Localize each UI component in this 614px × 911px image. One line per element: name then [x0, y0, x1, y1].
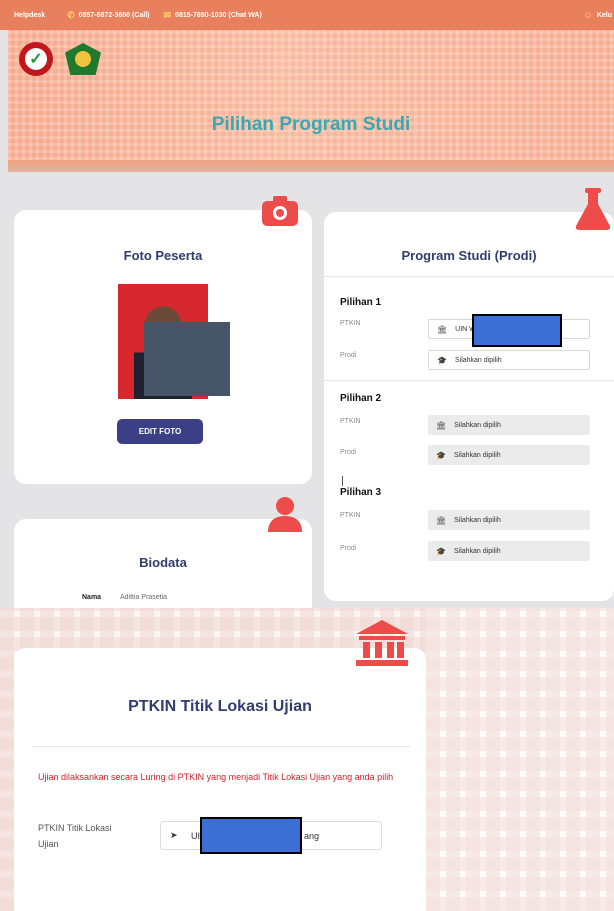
- exam-notice: Ujian dilaksankan secara Luring di PTKIN…: [38, 772, 394, 782]
- prodi-select-2[interactable]: 🎓 Silahkan dipilih: [428, 445, 590, 465]
- flask-icon: [575, 188, 611, 235]
- biodata-title: Biodata: [139, 555, 187, 570]
- prodi-card-title: Program Studi (Prodi): [401, 248, 537, 263]
- prodi-select-2-value: Silahkan dipilih: [453, 451, 501, 459]
- helpdesk-label: Helpdesk: [14, 11, 46, 19]
- ptkin-label-2: PTKIN: [340, 418, 361, 425]
- ptkin-select-2-value: Silahkan dipilih: [454, 421, 501, 429]
- prodi-select-3[interactable]: 🎓 Silahkan dipilih: [428, 541, 590, 561]
- divider: [32, 746, 410, 747]
- lokasi-field-value-end: ang: [304, 831, 320, 841]
- lower-panel-gap: [426, 608, 614, 911]
- graduation-cap-icon: 🎓: [437, 355, 447, 365]
- graduation-cap-icon: 🎓: [436, 546, 446, 556]
- text-cursor: [342, 476, 343, 486]
- redaction-block: [472, 314, 562, 347]
- top-bar: Helpdesk ✆ 0857-6872-3600 (Call) ✉ 0815-…: [0, 0, 614, 30]
- bank-icon: 🏛: [436, 515, 447, 525]
- redaction-block: [144, 322, 230, 396]
- logout-link[interactable]: Kelu: [597, 12, 612, 19]
- ptkin-select-3-value: Silahkan dipilih: [454, 516, 501, 524]
- phone-icon: ✆: [67, 9, 75, 20]
- program-studi-card: Program Studi (Prodi) Pilihan 1 PTKIN 🏛 …: [324, 212, 614, 601]
- app-logo: ✓: [19, 42, 53, 76]
- institution-icon: [356, 620, 408, 671]
- pilihan-2-heading: Pilihan 2: [340, 393, 382, 404]
- ptkin-label-1: PTKIN: [340, 320, 361, 327]
- divider: [324, 276, 614, 277]
- bank-icon: 🏛: [437, 324, 448, 334]
- ptkin-select-2[interactable]: 🏛 Silahkan dipilih: [428, 415, 590, 435]
- bank-icon: 🏛: [436, 420, 447, 430]
- prodi-label-2: Prodi: [340, 449, 357, 456]
- lokasi-card-title: PTKIN Titik Lokasi Ujian: [128, 698, 312, 715]
- name-label: Nama: [82, 594, 102, 601]
- lokasi-field-label: PTKIN Titik Lokasi Ujian: [38, 823, 112, 849]
- phone-call-link[interactable]: 0857-6872-3600 (Call): [79, 12, 150, 19]
- ptkin-label-3: PTKIN: [340, 512, 361, 519]
- divider: [324, 380, 614, 381]
- person-icon: [268, 496, 302, 537]
- foto-peserta-card: Foto Peserta EDIT FOTO: [14, 210, 312, 484]
- foto-card-title: Foto Peserta: [123, 248, 203, 263]
- kemenag-logo: [65, 43, 101, 75]
- page-header: ✓ Pilihan Program Studi: [8, 30, 614, 160]
- camera-icon: [262, 196, 298, 231]
- phone-wa-link[interactable]: 0815-7890-1030 (Chat WA): [175, 12, 262, 19]
- ptkin-select-3[interactable]: 🏛 Silahkan dipilih: [428, 510, 590, 530]
- mail-icon: ✉: [163, 9, 172, 20]
- graduation-cap-icon: 🎓: [436, 450, 446, 460]
- prodi-label-3: Prodi: [340, 545, 357, 552]
- name-value: Adittia Prasetia: [120, 594, 168, 601]
- redaction-block: [200, 817, 302, 854]
- edit-photo-button[interactable]: EDIT FOTO: [117, 419, 203, 444]
- pilihan-3-heading: Pilihan 3: [340, 487, 382, 498]
- prodi-select-3-value: Silahkan dipilih: [453, 547, 501, 555]
- prodi-select-1[interactable]: 🎓 Silahkan dipilih: [428, 350, 590, 370]
- header-strip: [8, 160, 614, 172]
- user-icon: ☺: [583, 10, 593, 20]
- prodi-label-1: Prodi: [340, 352, 357, 359]
- page-title: Pilihan Program Studi: [211, 114, 411, 135]
- pilihan-1-heading: Pilihan 1: [340, 297, 382, 308]
- location-arrow-icon: ➤: [170, 830, 178, 840]
- prodi-select-1-value: Silahkan dipilih: [454, 356, 502, 364]
- lokasi-ujian-card: PTKIN Titik Lokasi Ujian Ujian dilaksank…: [14, 648, 426, 911]
